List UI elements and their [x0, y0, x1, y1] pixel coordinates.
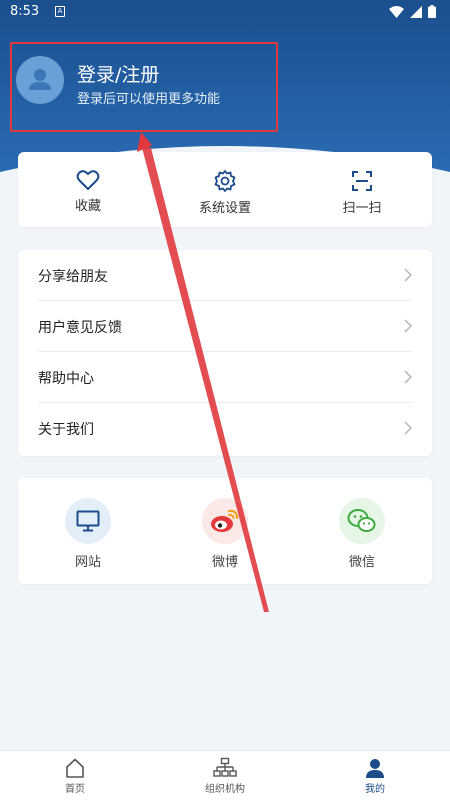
gear-icon	[214, 170, 236, 192]
chevron-right-icon	[404, 370, 412, 384]
menu-item-label: 用户意见反馈	[38, 320, 122, 336]
menu-item-label: 帮助中心	[38, 371, 94, 387]
nav-home-label: 首页	[65, 784, 85, 795]
nav-mine[interactable]: 我的	[335, 757, 415, 795]
org-chart-icon	[213, 757, 237, 777]
status-bar: 8:53 A	[0, 0, 450, 24]
signal-icon	[410, 5, 422, 18]
system-settings-label: 系统设置	[198, 201, 251, 216]
website-icon-circle	[65, 498, 111, 544]
weibo-icon	[211, 509, 239, 532]
menu-item-about-us[interactable]: 关于我们	[18, 403, 432, 454]
menu-item-feedback[interactable]: 用户意见反馈	[18, 301, 432, 352]
favorites-button[interactable]: 收藏	[38, 152, 138, 227]
chevron-right-icon	[404, 268, 412, 282]
wechat-button[interactable]: 微信	[312, 478, 412, 584]
avatar	[16, 56, 64, 104]
avatar-person-icon	[29, 69, 51, 90]
system-settings-button[interactable]: 系统设置	[175, 152, 275, 227]
home-icon	[66, 758, 84, 778]
login-subtitle: 登录后可以使用更多功能	[77, 92, 221, 107]
nav-organization-label: 组织机构	[205, 784, 245, 795]
scan-icon	[352, 171, 372, 191]
website-button[interactable]: 网站	[38, 478, 138, 584]
monitor-icon	[76, 510, 100, 532]
menu-item-label: 关于我们	[38, 422, 94, 438]
favorites-label: 收藏	[74, 199, 101, 214]
weibo-button[interactable]: 微博	[175, 478, 275, 584]
chevron-right-icon	[404, 421, 412, 435]
wechat-icon-circle	[339, 498, 385, 544]
share-card: 网站 微博 微信	[18, 478, 432, 584]
nav-mine-label: 我的	[365, 784, 385, 795]
website-label: 网站	[74, 555, 101, 570]
bottom-navigation: 首页 组织机构 我的	[0, 750, 450, 800]
status-time: 8:53	[10, 4, 40, 19]
nav-home[interactable]: 首页	[35, 757, 115, 795]
menu-item-label: 分享给朋友	[38, 269, 108, 285]
notification-icon: A	[55, 6, 65, 17]
chevron-right-icon	[404, 319, 412, 333]
wechat-label: 微信	[348, 555, 375, 570]
menu-item-help-center[interactable]: 帮助中心	[18, 352, 432, 403]
quick-actions-card: 收藏 系统设置 扫一扫	[18, 152, 432, 227]
user-icon	[366, 759, 384, 778]
wechat-icon	[347, 509, 376, 532]
scan-button[interactable]: 扫一扫	[312, 152, 412, 227]
battery-icon	[428, 5, 436, 18]
menu-item-share-friends[interactable]: 分享给朋友	[18, 250, 432, 301]
login-register-area[interactable]: 登录/注册 登录后可以使用更多功能	[10, 42, 278, 132]
login-title: 登录/注册	[77, 64, 160, 86]
nav-organization[interactable]: 组织机构	[185, 757, 265, 795]
scan-label: 扫一扫	[342, 201, 382, 216]
wifi-icon	[389, 5, 404, 18]
menu-card: 分享给朋友 用户意见反馈 帮助中心 关于我们	[18, 250, 432, 456]
heart-icon	[76, 170, 100, 190]
weibo-icon-circle	[202, 498, 248, 544]
weibo-label: 微博	[211, 555, 238, 570]
